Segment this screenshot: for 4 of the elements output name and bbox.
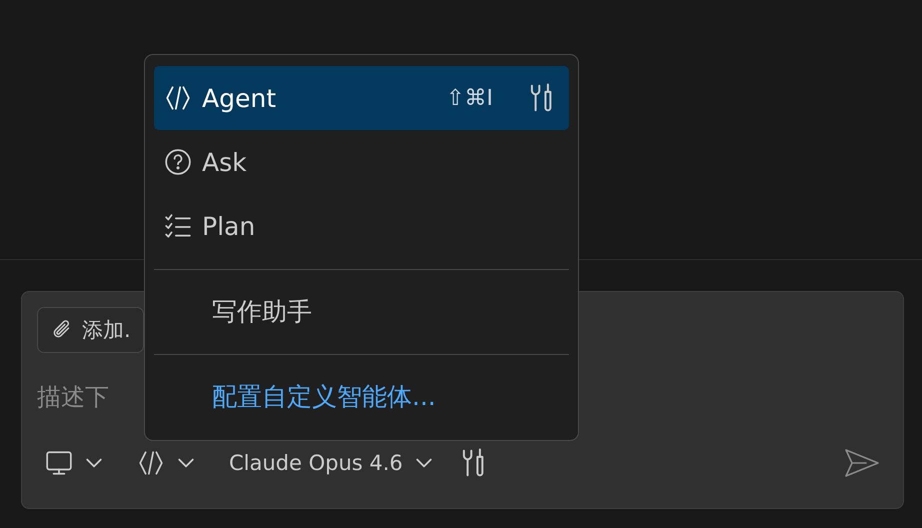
keyboard-shortcut: ⇧⌘I <box>446 86 493 111</box>
menu-item-label: Plan <box>202 212 256 241</box>
menu-item-label: Ask <box>202 148 247 177</box>
menu-item-label: Agent <box>202 84 276 113</box>
